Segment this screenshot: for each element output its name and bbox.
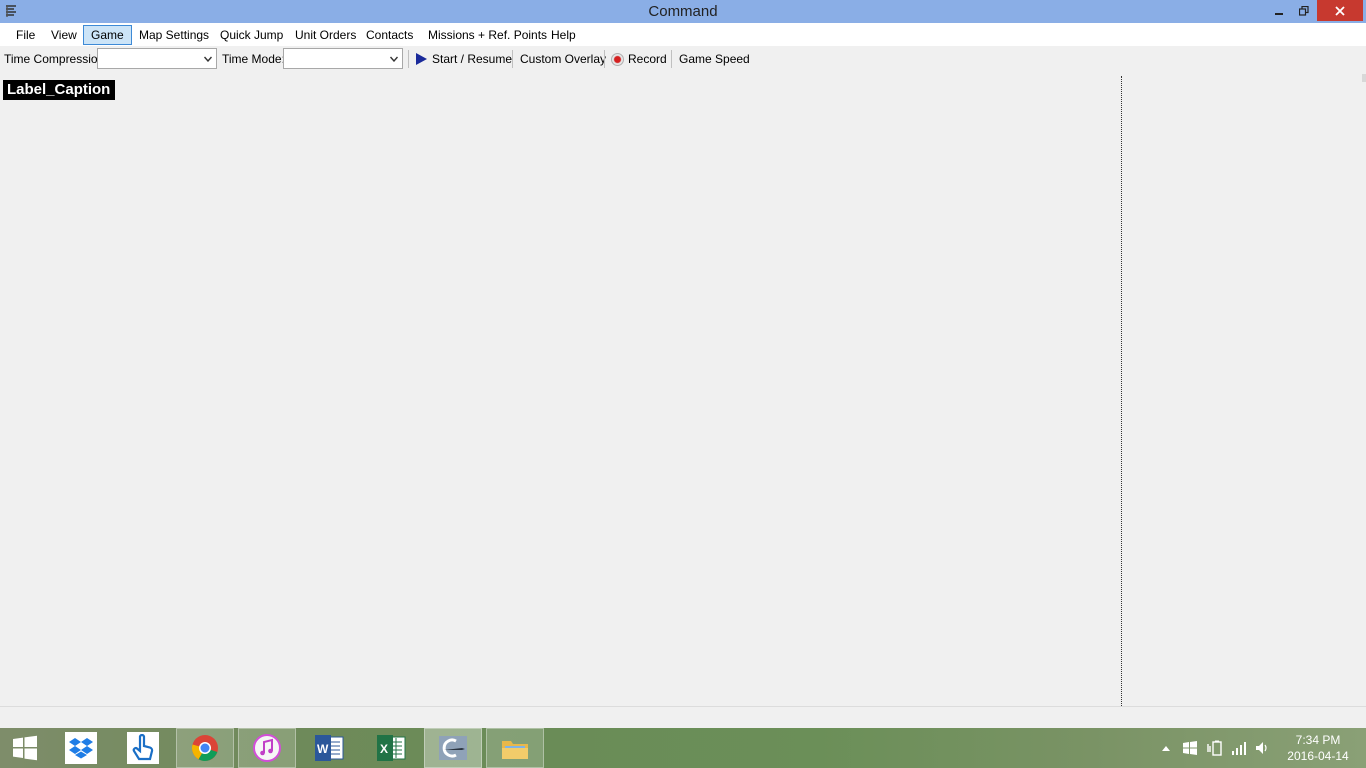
minimize-icon — [1275, 12, 1283, 15]
toolbar-separator — [408, 50, 409, 68]
taskbar-itunes[interactable] — [238, 728, 296, 768]
play-icon[interactable] — [415, 52, 428, 66]
menu-map-settings[interactable]: Map Settings — [131, 25, 217, 45]
chevron-down-icon — [390, 56, 398, 62]
chevron-down-icon — [204, 56, 212, 62]
menu-contacts[interactable]: Contacts — [358, 25, 421, 45]
restore-button[interactable] — [1291, 0, 1317, 21]
menu-game[interactable]: Game — [83, 25, 132, 45]
menu-file[interactable]: File — [8, 25, 43, 45]
restore-icon — [1299, 5, 1309, 16]
status-bar — [0, 706, 1366, 728]
menu-quick-jump[interactable]: Quick Jump — [212, 25, 291, 45]
touch-app-icon — [132, 734, 154, 761]
dropbox-tile — [65, 732, 97, 764]
word-icon: W — [315, 735, 344, 761]
tray-windows[interactable] — [1180, 728, 1200, 768]
tray-network[interactable] — [1228, 728, 1250, 768]
dropbox-icon — [69, 738, 93, 759]
menu-view[interactable]: View — [43, 25, 85, 45]
taskbar-clock[interactable]: 7:34 PM 2016-04-14 — [1280, 732, 1356, 764]
taskbar-chrome[interactable] — [176, 728, 234, 768]
taskbar-file-explorer[interactable] — [486, 728, 544, 768]
menu-missions-ref-points[interactable]: Missions + Ref. Points — [420, 25, 555, 45]
toolbar-separator — [671, 50, 672, 68]
start-resume-button[interactable]: Start / Resume — [432, 49, 512, 69]
show-hidden-icons-button[interactable] — [1158, 728, 1174, 768]
game-speed-button[interactable]: Game Speed — [679, 49, 750, 69]
title-bar: Command — [0, 0, 1366, 23]
menu-help[interactable]: Help — [543, 25, 584, 45]
taskbar-dropbox[interactable] — [52, 728, 110, 768]
file-explorer-icon — [502, 741, 528, 759]
itunes-icon — [253, 734, 281, 762]
window-title: Command — [648, 3, 718, 20]
excel-icon: X — [377, 735, 406, 761]
tray-volume[interactable] — [1252, 728, 1274, 768]
record-icon[interactable] — [611, 53, 624, 66]
taskbar: W X 7:34 PM 2016-04-14 — [0, 728, 1366, 768]
speaker-icon — [1256, 742, 1267, 754]
label-caption: Label_Caption — [3, 80, 116, 100]
touch-app-tile — [127, 732, 159, 764]
close-icon — [1335, 5, 1345, 16]
tray-power[interactable] — [1204, 728, 1226, 768]
start-button[interactable] — [0, 728, 50, 768]
time-compression-dropdown[interactable] — [97, 48, 217, 69]
toolbar-separator — [512, 50, 513, 68]
menu-unit-orders[interactable]: Unit Orders — [287, 25, 364, 45]
toolbar: Time Compression: Time Mode: Start / Res… — [0, 46, 1366, 72]
taskbar-word[interactable]: W — [300, 728, 358, 768]
time-mode-label: Time Mode: — [222, 52, 285, 66]
taskbar-touch-app[interactable] — [114, 728, 172, 768]
menu-bar: File View Game Map Settings Quick Jump U… — [0, 23, 1366, 46]
taskbar-command[interactable] — [424, 728, 482, 768]
svg-text:X: X — [380, 742, 388, 756]
record-button[interactable]: Record — [628, 49, 667, 69]
minimize-button[interactable] — [1266, 0, 1292, 21]
toolbar-separator — [604, 50, 605, 68]
close-button[interactable] — [1317, 0, 1363, 21]
map-area[interactable]: Label_Caption — [0, 74, 1366, 706]
chevron-up-icon — [1162, 746, 1170, 751]
time-mode-dropdown[interactable] — [283, 48, 403, 69]
network-signal-icon — [1232, 742, 1246, 755]
command-app-icon — [439, 736, 467, 760]
clock-time: 7:34 PM — [1295, 733, 1341, 747]
scrollbar[interactable] — [1362, 74, 1366, 82]
chrome-icon — [192, 735, 218, 762]
battery-icon — [1207, 740, 1222, 756]
start-icon — [13, 735, 37, 761]
custom-overlay-button[interactable]: Custom Overlay — [520, 49, 606, 69]
windows-flag-icon — [1183, 741, 1197, 755]
time-compression-label: Time Compression: — [4, 52, 108, 66]
panel-splitter[interactable] — [1121, 76, 1123, 706]
svg-text:W: W — [317, 742, 329, 756]
clock-date: 2016-04-14 — [1287, 749, 1349, 763]
taskbar-excel[interactable]: X — [362, 728, 420, 768]
